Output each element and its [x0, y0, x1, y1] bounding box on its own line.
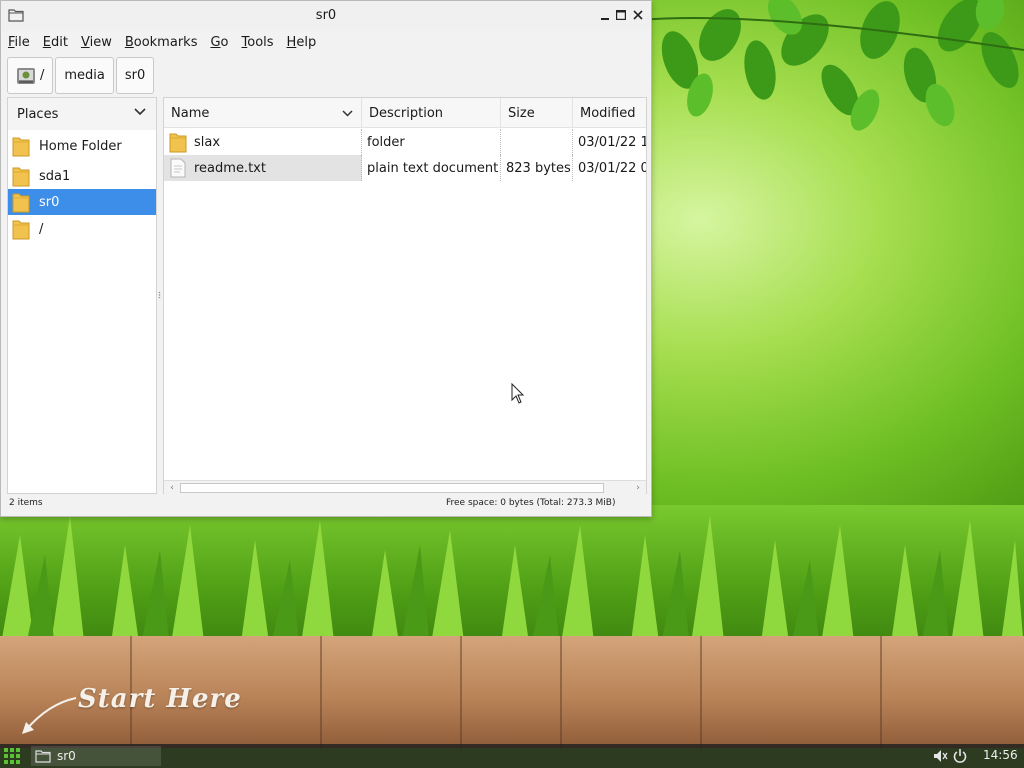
- volume-muted-icon[interactable]: [932, 748, 948, 764]
- column-header-bar: Name Description Size Modified: [164, 98, 646, 128]
- file-row-readme[interactable]: readme.txt plain text document 823 bytes…: [164, 155, 646, 181]
- horizontal-scrollbar[interactable]: ‹ ›: [164, 480, 646, 494]
- close-icon: [633, 10, 643, 20]
- chevron-down-icon: [134, 108, 146, 116]
- menu-bar: File Edit View Bookmarks Go Tools Help: [1, 31, 651, 55]
- file-modified-cell: 03/01/22 1: [578, 134, 646, 150]
- folder-icon: [35, 750, 51, 763]
- mouse-cursor-icon: [511, 383, 525, 404]
- places-item-sr0[interactable]: sr0: [8, 189, 156, 215]
- maximize-button[interactable]: [613, 7, 629, 23]
- taskbar-task-sr0[interactable]: sr0: [31, 746, 161, 766]
- start-here-label: Start Here: [78, 684, 242, 714]
- scroll-right-arrow-icon[interactable]: ›: [632, 482, 644, 494]
- maximize-icon: [616, 10, 626, 20]
- places-item-sda1[interactable]: sda1: [8, 163, 156, 189]
- pane-splitter-handle[interactable]: [158, 291, 161, 299]
- start-menu-button[interactable]: [2, 747, 22, 765]
- leaves-decoration: [640, 0, 1024, 131]
- scroll-left-arrow-icon[interactable]: ‹: [166, 482, 178, 494]
- file-modified-cell: 03/01/22 0: [578, 160, 646, 176]
- folder-icon: [12, 167, 30, 187]
- file-description-cell: folder: [362, 129, 501, 155]
- places-pane: Places Home Folder sda1 sr0 /: [7, 97, 157, 494]
- minimize-icon: [601, 18, 609, 20]
- places-header-label: Places: [17, 106, 59, 122]
- path-bar: / media sr0: [7, 57, 155, 95]
- file-name-cell: readme.txt: [164, 155, 362, 181]
- places-item-home-folder[interactable]: Home Folder: [8, 133, 156, 159]
- power-icon[interactable]: [953, 748, 967, 764]
- menu-file[interactable]: File: [1, 31, 36, 55]
- file-size-cell: [501, 129, 573, 155]
- folder-icon: [12, 137, 30, 157]
- window-titlebar[interactable]: sr0: [1, 1, 651, 31]
- status-bar: 2 items Free space: 0 bytes (Total: 273.…: [1, 495, 651, 516]
- folder-icon: [12, 220, 30, 240]
- start-here-arrow-icon: [22, 697, 77, 734]
- status-item-count: 2 items: [9, 498, 43, 508]
- close-button[interactable]: [630, 7, 646, 23]
- menu-go[interactable]: Go: [203, 31, 234, 55]
- path-crumb-label: sr0: [124, 68, 146, 83]
- file-description-cell: plain text document: [362, 155, 501, 181]
- menu-edit[interactable]: Edit: [36, 31, 74, 55]
- taskbar-clock[interactable]: 14:56: [983, 748, 1018, 762]
- column-header-name[interactable]: Name: [164, 98, 362, 128]
- folder-icon: [12, 193, 30, 213]
- menu-bookmarks[interactable]: Bookmarks: [118, 31, 204, 55]
- folder-icon: [169, 133, 187, 153]
- taskbar: sr0 14:56: [0, 744, 1024, 768]
- path-crumb-root[interactable]: /: [7, 57, 54, 94]
- menu-tools[interactable]: Tools: [235, 31, 280, 55]
- file-manager-window: sr0 File Edit View Bookmarks Go Tools He…: [0, 0, 652, 517]
- column-header-size[interactable]: Size: [501, 98, 573, 128]
- column-header-description[interactable]: Description: [362, 98, 501, 128]
- column-header-modified[interactable]: Modified: [573, 98, 646, 128]
- taskbar-task-label: sr0: [57, 749, 76, 763]
- path-crumb-label: media: [64, 68, 105, 83]
- scrollbar-thumb[interactable]: [180, 483, 604, 493]
- file-name-cell: slax: [164, 129, 362, 155]
- file-row-slax[interactable]: slax folder 03/01/22 1: [164, 129, 646, 155]
- status-free-space: Free space: 0 bytes (Total: 273.3 MiB): [446, 498, 616, 508]
- wallpaper-grass: [0, 505, 1024, 650]
- drive-icon: [17, 67, 35, 84]
- minimize-button[interactable]: [597, 7, 613, 23]
- path-crumb-sr0[interactable]: sr0: [115, 57, 155, 94]
- places-header[interactable]: Places: [8, 98, 156, 130]
- path-crumb-root-label: /: [40, 68, 45, 83]
- menu-help[interactable]: Help: [280, 31, 323, 55]
- window-title: sr0: [315, 8, 337, 23]
- menu-view[interactable]: View: [74, 31, 118, 55]
- text-file-icon: [170, 158, 186, 178]
- places-item-root[interactable]: /: [8, 216, 156, 242]
- path-crumb-media[interactable]: media: [55, 57, 114, 94]
- sort-chevron-down-icon: [342, 110, 353, 117]
- file-list-view: Name Description Size Modified slax fold…: [163, 97, 647, 494]
- file-size-cell: 823 bytes: [501, 155, 573, 181]
